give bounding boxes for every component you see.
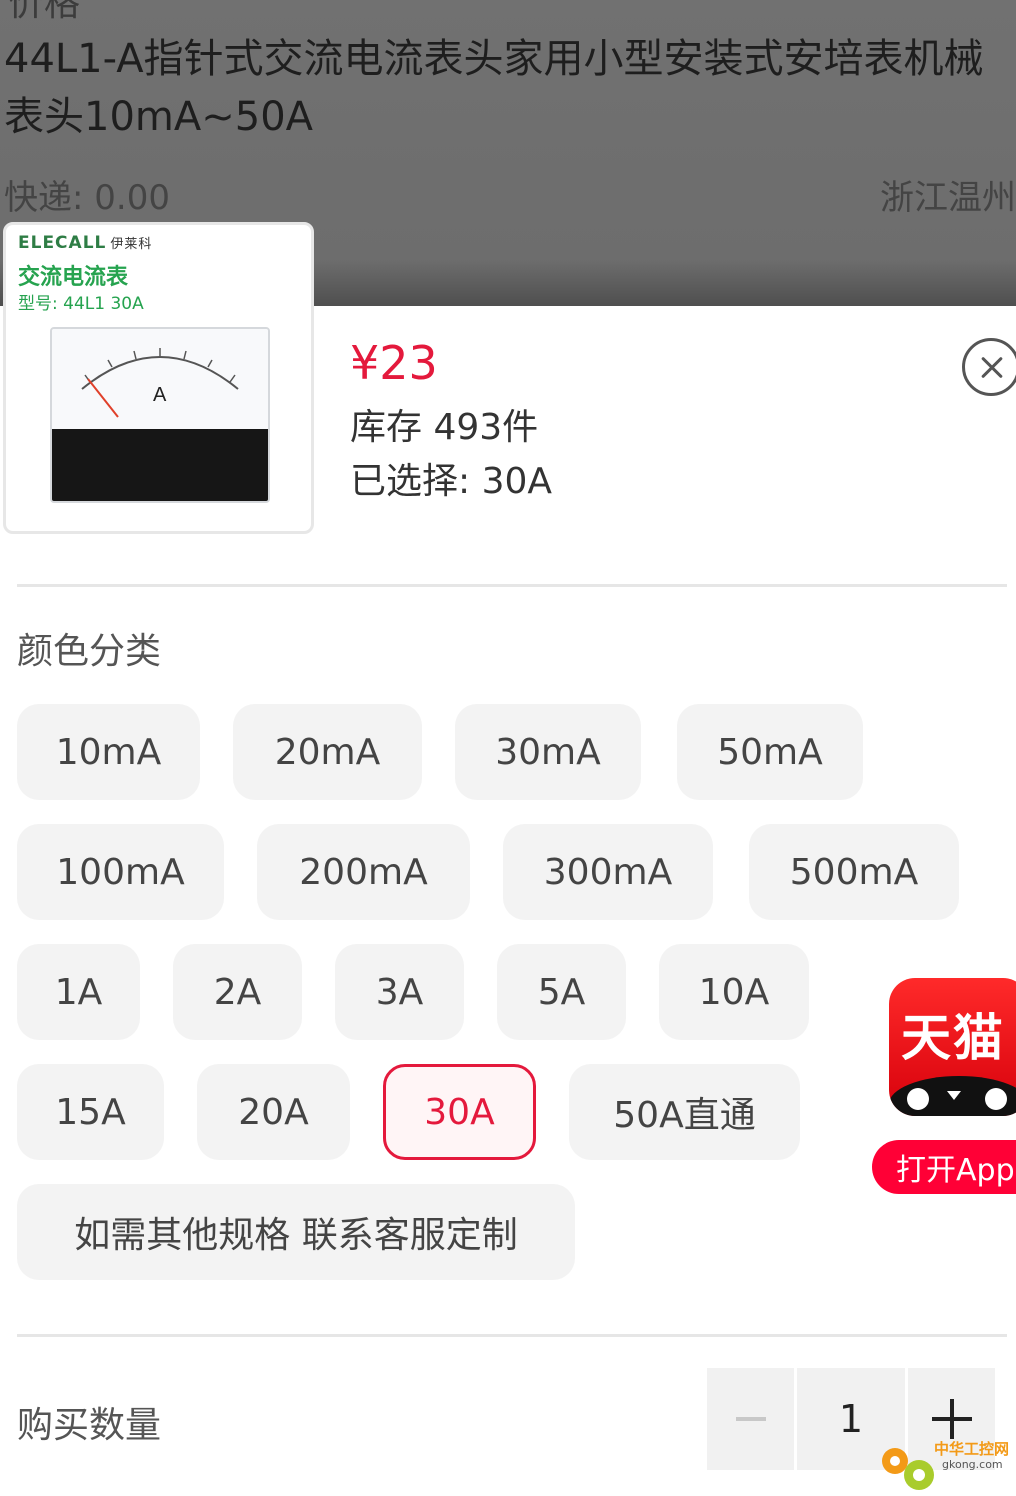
tmall-eye-left (907, 1088, 929, 1110)
plus-icon (931, 1399, 972, 1439)
watermark-text-cn: 中华工控网 (934, 1440, 1010, 1458)
quantity-label: 购买数量 (17, 1405, 162, 1446)
option-200ma[interactable]: 200mA (257, 824, 470, 920)
option-100ma[interactable]: 100mA (17, 824, 224, 920)
thumbnail-model: 型号: 44L1 30A (18, 294, 144, 314)
quantity-decrease-button[interactable] (707, 1368, 794, 1470)
minus-icon (735, 1417, 766, 1421)
svg-text:A: A (153, 384, 167, 406)
gear-icon (904, 1460, 934, 1490)
ammeter-face: A (52, 329, 268, 429)
option-15a[interactable]: 15A (17, 1064, 164, 1160)
option-2a[interactable]: 2A (173, 944, 302, 1040)
thumbnail-brand-text: ELECALL (18, 233, 107, 253)
page: 价格 44L1-A指针式交流电流表头家用小型安装式安培表机械表头10mA~50A… (0, 0, 1016, 1496)
ammeter-base (52, 429, 268, 501)
product-title: 44L1-A指针式交流电流表头家用小型安装式安培表机械表头10mA~50A (4, 36, 984, 140)
option-5a[interactable]: 5A (497, 944, 626, 1040)
watermark-text-en: gkong.com (942, 1458, 1003, 1471)
option-10ma[interactable]: 10mA (17, 704, 200, 800)
close-icon[interactable] (962, 338, 1016, 396)
option-500ma[interactable]: 500mA (749, 824, 959, 920)
option-group-title: 颜色分类 (17, 631, 162, 672)
option-30a-selected[interactable]: 30A (383, 1064, 536, 1160)
thumbnail-brand: ELECALL 伊莱科 (18, 233, 152, 253)
tmall-logo-text: 天猫 (901, 1009, 1005, 1067)
shipping-fee: 快递: 0.00 (4, 178, 170, 218)
tmall-nose (947, 1091, 961, 1100)
option-30ma[interactable]: 30mA (455, 704, 641, 800)
tmall-eye-right (985, 1088, 1007, 1110)
gkong-watermark: 中华工控网 gkong.com (878, 1436, 1016, 1496)
option-custom-spec[interactable]: 如需其他规格 联系客服定制 (17, 1184, 575, 1280)
option-50a-direct[interactable]: 50A直通 (569, 1064, 800, 1160)
option-1a[interactable]: 1A (17, 944, 140, 1040)
open-app-button[interactable]: 打开App (872, 1140, 1016, 1194)
ammeter-dial-icon: A (81, 348, 239, 418)
divider (17, 584, 1007, 587)
tmall-logo-icon[interactable]: 天猫 (889, 978, 1016, 1116)
option-20ma[interactable]: 20mA (233, 704, 422, 800)
ship-location: 浙江温州 (880, 178, 1016, 218)
ammeter-image: A (50, 327, 270, 503)
stock-count: 库存 493件 (350, 407, 539, 448)
divider (17, 1334, 1007, 1337)
selected-summary: 已选择: 30A (350, 461, 553, 502)
option-50ma[interactable]: 50mA (677, 704, 863, 800)
option-20a[interactable]: 20A (197, 1064, 350, 1160)
thumbnail-brand-cn: 伊莱科 (110, 237, 153, 252)
option-300ma[interactable]: 300mA (503, 824, 713, 920)
price: ¥23 (350, 336, 438, 390)
option-10a[interactable]: 10A (659, 944, 809, 1040)
option-3a[interactable]: 3A (335, 944, 464, 1040)
product-thumbnail[interactable]: ELECALL 伊莱科 交流电流表 型号: 44L1 30A A (3, 222, 314, 534)
tmall-cat-face (889, 1076, 1016, 1116)
background-fragment: 价格 (8, 0, 81, 24)
thumbnail-product-name: 交流电流表 (18, 265, 129, 290)
